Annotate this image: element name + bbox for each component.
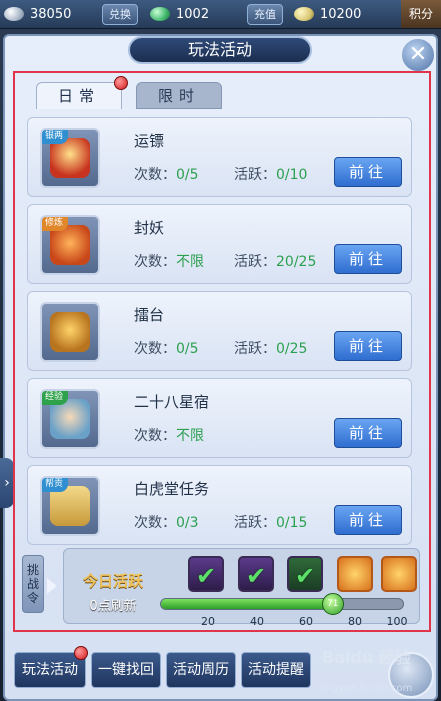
count-label: 次数：0/3 bbox=[134, 515, 199, 531]
daily-active-title: 今日活跃 bbox=[82, 572, 143, 590]
refresh-note: 0点刷新 bbox=[89, 599, 137, 614]
gold-amount: 10200 bbox=[320, 6, 362, 22]
activity-progress-bar: 71 bbox=[160, 593, 404, 615]
jade-coin-icon bbox=[150, 7, 170, 21]
reward-chest-80[interactable] bbox=[337, 556, 373, 592]
progress-fill bbox=[161, 599, 333, 609]
activity-title: 封妖 bbox=[134, 219, 165, 237]
demon-icon: 修炼 bbox=[40, 215, 100, 275]
silver-coin-icon bbox=[4, 7, 24, 21]
go-button[interactable]: 前往 bbox=[334, 157, 402, 187]
reward-badge: 帮贡 bbox=[42, 478, 68, 492]
jade-balance: 1002 bbox=[150, 4, 209, 24]
check-icon: ✔ bbox=[246, 562, 267, 590]
count-label: 次数：不限 bbox=[134, 254, 204, 270]
active-label: 活跃：0/25 bbox=[234, 341, 308, 357]
close-icon[interactable]: ✕ bbox=[400, 37, 436, 73]
list-item: 经验 二十八星宿 次数：不限 前往 bbox=[27, 378, 412, 458]
weekly-calendar-button[interactable]: 活动周历 bbox=[166, 652, 236, 688]
active-label: 活跃：20/25 bbox=[234, 254, 317, 270]
score-button[interactable]: 积分 bbox=[401, 0, 441, 28]
count-label: 次数：不限 bbox=[134, 428, 204, 444]
tick-label: 40 bbox=[250, 615, 264, 628]
side-expand-icon[interactable]: › bbox=[0, 458, 14, 508]
go-button[interactable]: 前往 bbox=[334, 418, 402, 448]
reward-badge: 经验 bbox=[42, 391, 68, 405]
activity-title: 二十八星宿 bbox=[134, 393, 210, 411]
active-label: 活跃：0/15 bbox=[234, 515, 308, 531]
challenge-token-tab[interactable]: 挑战令 bbox=[22, 555, 44, 613]
jade-amount: 1002 bbox=[176, 6, 210, 22]
go-button[interactable]: 前往 bbox=[334, 505, 402, 535]
go-button[interactable]: 前往 bbox=[334, 244, 402, 274]
arrow-right-icon bbox=[47, 578, 57, 594]
watermark-url: jingyan.baidu.com bbox=[320, 683, 413, 694]
arena-icon bbox=[40, 302, 100, 362]
activity-title: 白虎堂任务 bbox=[134, 480, 210, 498]
escort-icon: 银两 bbox=[40, 128, 100, 188]
watermark: Baidu 经验 bbox=[322, 648, 411, 667]
tick-label: 100 bbox=[386, 615, 408, 628]
gold-balance: 10200 bbox=[294, 4, 361, 24]
constellation-icon: 经验 bbox=[40, 389, 100, 449]
tab-limited[interactable]: 限时 bbox=[136, 82, 222, 109]
recharge-button[interactable]: 充值 bbox=[247, 4, 283, 25]
activity-title: 擂台 bbox=[134, 306, 165, 324]
currency-bar: 38050 兑换 1002 充值 10200 积分 bbox=[0, 0, 441, 29]
scroll-icon: 帮贡 bbox=[40, 476, 100, 536]
tab-daily[interactable]: 日常 bbox=[36, 82, 122, 109]
gold-coin-icon bbox=[294, 7, 314, 21]
list-item: 修炼 封妖 次数：不限 活跃：20/25 前往 bbox=[27, 204, 412, 284]
list-item: 银两 运镖 次数：0/5 活跃：0/10 前往 bbox=[27, 117, 412, 197]
list-item: 帮贡 白虎堂任务 次数：0/3 活跃：0/15 前往 bbox=[27, 465, 412, 545]
active-label: 活跃：0/10 bbox=[234, 167, 308, 183]
reward-chest-60[interactable]: ✔ bbox=[287, 556, 323, 592]
check-icon: ✔ bbox=[196, 562, 217, 590]
notification-dot-icon bbox=[74, 646, 88, 660]
tick-label: 20 bbox=[201, 615, 215, 628]
tick-label: 60 bbox=[299, 615, 313, 628]
window-title: 玩法活动 bbox=[128, 36, 312, 64]
recover-button[interactable]: 一键找回 bbox=[91, 652, 161, 688]
count-label: 次数：0/5 bbox=[134, 341, 199, 357]
go-button[interactable]: 前往 bbox=[334, 331, 402, 361]
check-icon: ✔ bbox=[295, 562, 316, 590]
list-item: 擂台 次数：0/5 活跃：0/25 前往 bbox=[27, 291, 412, 371]
reward-badge: 银两 bbox=[42, 130, 68, 144]
notification-dot-icon bbox=[114, 76, 128, 90]
tick-label: 80 bbox=[348, 615, 362, 628]
progress-marker: 71 bbox=[321, 593, 344, 615]
reward-chest-40[interactable]: ✔ bbox=[238, 556, 274, 592]
reminder-button[interactable]: 活动提醒 bbox=[241, 652, 311, 688]
exchange-button[interactable]: 兑换 bbox=[102, 4, 138, 25]
reward-chest-20[interactable]: ✔ bbox=[188, 556, 224, 592]
reward-chest-100[interactable] bbox=[381, 556, 417, 592]
activity-title: 运镖 bbox=[134, 132, 165, 150]
reward-badge: 修炼 bbox=[42, 217, 68, 231]
silver-amount: 38050 bbox=[30, 6, 72, 22]
silver-balance: 38050 bbox=[4, 4, 71, 24]
count-label: 次数：0/5 bbox=[134, 167, 199, 183]
